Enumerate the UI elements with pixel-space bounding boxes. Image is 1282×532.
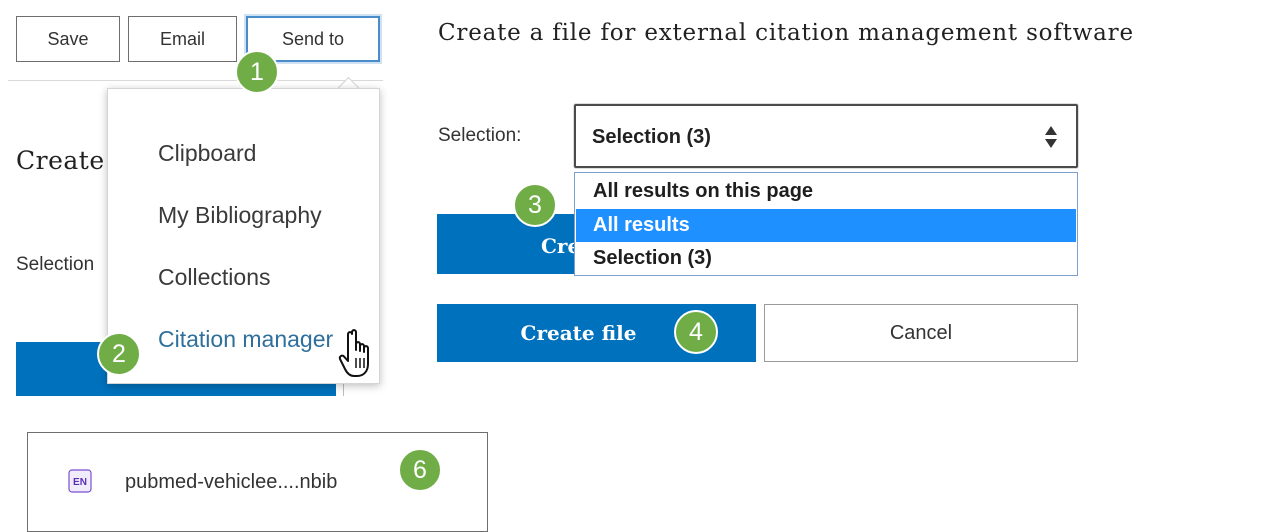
background-heading: Create: [16, 146, 105, 175]
endnote-icon-text: EN: [73, 477, 87, 488]
step-badge-3: 3: [513, 183, 557, 227]
selection-dropdown[interactable]: Selection (3): [574, 104, 1078, 168]
menu-item-clipboard[interactable]: Clipboard: [158, 140, 256, 167]
panel-title: Create a file for external citation mana…: [438, 20, 1134, 46]
option-selection[interactable]: Selection (3): [576, 242, 1076, 275]
endnote-file-icon: EN: [68, 469, 92, 493]
sort-arrows-icon: [1045, 126, 1057, 148]
step-badge-2: 2: [97, 332, 141, 376]
hand-pointer-icon: [338, 329, 369, 377]
option-all-results[interactable]: All results: [576, 209, 1076, 242]
selection-label: Selection:: [438, 125, 522, 146]
toolbar-divider: [8, 80, 383, 81]
obscured-create-button: Cre: [437, 214, 580, 274]
menu-item-collections[interactable]: Collections: [158, 264, 271, 291]
selection-value: Selection (3): [592, 126, 711, 148]
selection-options-list: All results on this page All results Sel…: [574, 172, 1078, 276]
save-button[interactable]: Save: [16, 16, 120, 62]
step-badge-1: 1: [235, 50, 279, 94]
step-badge-4: 4: [674, 310, 718, 354]
cancel-button[interactable]: Cancel: [764, 304, 1078, 362]
menu-item-citation-manager[interactable]: Citation manager: [158, 326, 333, 353]
menu-item-my-bibliography[interactable]: My Bibliography: [158, 202, 322, 229]
option-all-results-page[interactable]: All results on this page: [576, 175, 1076, 208]
step-badge-6: 6: [398, 448, 442, 492]
email-button[interactable]: Email: [128, 16, 237, 62]
download-file-name: pubmed-vehiclee....nbib: [125, 471, 338, 493]
background-selection-label: Selection: [16, 254, 95, 275]
